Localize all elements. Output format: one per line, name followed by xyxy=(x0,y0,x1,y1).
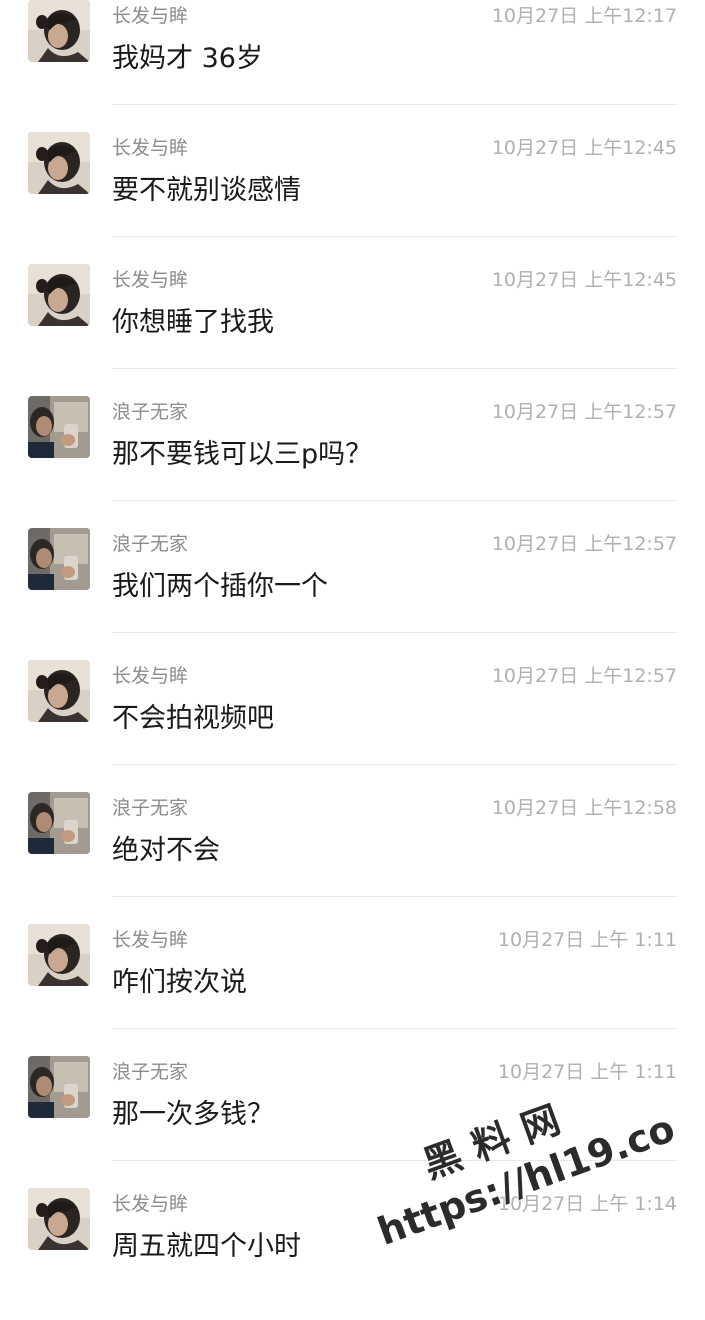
message-text: 你想睡了找我 xyxy=(112,307,274,338)
sender-name[interactable]: 长发与眸 xyxy=(112,928,188,952)
message-text: 绝对不会 xyxy=(112,835,220,866)
avatar-man[interactable] xyxy=(28,1056,90,1118)
sender-name[interactable]: 浪子无家 xyxy=(112,796,188,820)
chat-message-row[interactable]: 浪子无家 10月27日 上午 1:11 那一次多钱？ xyxy=(0,1056,705,1188)
chat-message-row[interactable]: 长发与眸 10月27日 上午12:45 要不就别谈感情 xyxy=(0,132,705,264)
row-divider xyxy=(112,236,677,237)
avatar-girl[interactable] xyxy=(28,132,90,194)
chat-message-row[interactable]: 长发与眸 10月27日 上午12:17 我妈才 36岁 xyxy=(0,0,705,132)
chat-message-row[interactable]: 长发与眸 10月27日 上午 1:11 咋们按次说 xyxy=(0,924,705,1056)
message-timestamp: 10月27日 上午 1:11 xyxy=(497,929,677,951)
message-timestamp: 10月27日 上午12:17 xyxy=(491,5,677,27)
sender-name[interactable]: 浪子无家 xyxy=(112,400,188,424)
avatar-girl[interactable] xyxy=(28,660,90,722)
row-divider xyxy=(112,764,677,765)
message-text: 我们两个插你一个 xyxy=(112,571,328,602)
message-text: 咋们按次说 xyxy=(112,967,247,998)
message-timestamp: 10月27日 上午12:57 xyxy=(491,533,677,555)
sender-name[interactable]: 长发与眸 xyxy=(112,136,188,160)
row-divider xyxy=(112,1028,677,1029)
sender-name[interactable]: 长发与眸 xyxy=(112,1192,188,1216)
avatar-man[interactable] xyxy=(28,528,90,590)
row-divider xyxy=(112,500,677,501)
message-timestamp: 10月27日 上午12:45 xyxy=(491,137,677,159)
chat-message-row[interactable]: 浪子无家 10月27日 上午12:57 我们两个插你一个 xyxy=(0,528,705,660)
message-timestamp: 10月27日 上午12:57 xyxy=(491,665,677,687)
message-timestamp: 10月27日 上午12:45 xyxy=(491,269,677,291)
sender-name[interactable]: 长发与眸 xyxy=(112,268,188,292)
row-divider xyxy=(112,896,677,897)
message-text: 不会拍视频吧 xyxy=(112,703,274,734)
sender-name[interactable]: 浪子无家 xyxy=(112,532,188,556)
row-divider xyxy=(112,1160,677,1161)
message-timestamp: 10月27日 上午 1:11 xyxy=(497,1061,677,1083)
avatar-girl[interactable] xyxy=(28,264,90,326)
message-timestamp: 10月27日 上午12:58 xyxy=(491,797,677,819)
chat-message-row[interactable]: 长发与眸 10月27日 上午12:57 不会拍视频吧 xyxy=(0,660,705,792)
message-timestamp: 10月27日 上午 1:14 xyxy=(497,1193,677,1215)
sender-name[interactable]: 长发与眸 xyxy=(112,4,188,28)
avatar-man[interactable] xyxy=(28,792,90,854)
avatar-girl[interactable] xyxy=(28,1188,90,1250)
chat-message-row[interactable]: 浪子无家 10月27日 上午12:58 绝对不会 xyxy=(0,792,705,924)
chat-message-row[interactable]: 长发与眸 10月27日 上午 1:14 周五就四个小时 xyxy=(0,1188,705,1320)
sender-name[interactable]: 长发与眸 xyxy=(112,664,188,688)
avatar-girl[interactable] xyxy=(28,0,90,62)
message-text: 那一次多钱？ xyxy=(112,1099,274,1130)
chat-message-row[interactable]: 长发与眸 10月27日 上午12:45 你想睡了找我 xyxy=(0,264,705,396)
message-timestamp: 10月27日 上午12:57 xyxy=(491,401,677,423)
avatar-girl[interactable] xyxy=(28,924,90,986)
sender-name[interactable]: 浪子无家 xyxy=(112,1060,188,1084)
message-text: 我妈才 36岁 xyxy=(112,43,263,74)
row-divider xyxy=(112,368,677,369)
message-text: 那不要钱可以三p吗？ xyxy=(112,439,373,470)
message-text: 要不就别谈感情 xyxy=(112,175,301,206)
avatar-man[interactable] xyxy=(28,396,90,458)
message-list: 长发与眸 10月27日 上午12:17 我妈才 36岁 长发与眸 10月27日 上午12… xyxy=(0,0,705,1320)
message-text: 周五就四个小时 xyxy=(112,1231,301,1262)
chat-message-row[interactable]: 浪子无家 10月27日 上午12:57 那不要钱可以三p吗？ xyxy=(0,396,705,528)
row-divider xyxy=(112,104,677,105)
row-divider xyxy=(112,632,677,633)
